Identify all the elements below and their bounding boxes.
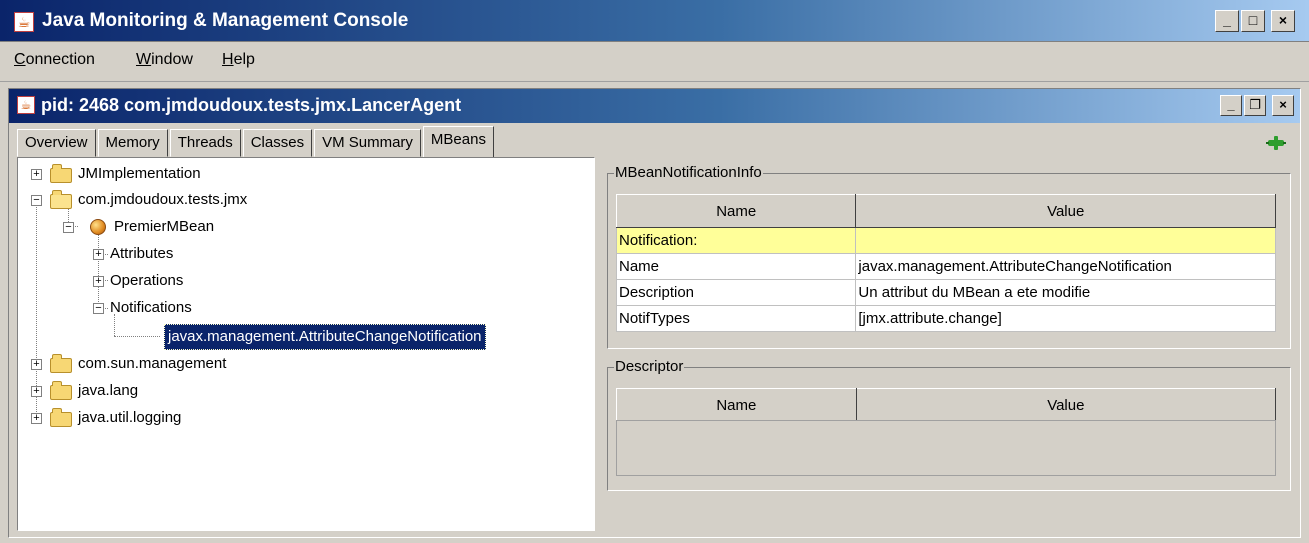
frame-restore-button[interactable]: ❐ xyxy=(1244,95,1266,116)
frame-minimize-button[interactable]: _ xyxy=(1220,95,1242,116)
split-pane-divider[interactable] xyxy=(599,157,603,531)
minimize-button[interactable]: _ xyxy=(1215,10,1239,32)
window-titlebar: ☕ Java Monitoring & Management Console _… xyxy=(0,0,1309,42)
menu-window[interactable]: Window xyxy=(136,51,193,69)
tab-classes[interactable]: Classes xyxy=(242,129,313,157)
frame-close-button[interactable]: × xyxy=(1272,95,1294,116)
tree-node-notifications[interactable]: − Notifications xyxy=(18,296,588,320)
group-legend: MBeanNotificationInfo xyxy=(614,164,763,182)
expand-toggle-icon[interactable]: + xyxy=(31,169,42,180)
expand-toggle-icon[interactable]: + xyxy=(93,276,104,287)
folder-icon xyxy=(50,354,72,373)
tree-node-label: PremierMBean xyxy=(114,218,215,235)
column-header-name[interactable]: Name xyxy=(615,194,857,228)
tab-threads[interactable]: Threads xyxy=(169,129,241,157)
cell-name: Name xyxy=(615,253,857,280)
tree-node-label: com.jmdoudoux.tests.jmx xyxy=(78,191,248,208)
table-header-row: Name Value xyxy=(616,388,1277,422)
expand-toggle-icon[interactable]: + xyxy=(93,249,104,260)
expand-toggle-icon[interactable]: + xyxy=(31,386,42,397)
group-legend: Descriptor xyxy=(614,358,685,376)
collapse-toggle-icon[interactable]: − xyxy=(93,303,104,314)
tree-node-label: java.lang xyxy=(78,382,139,399)
descriptor-table: Name Value xyxy=(616,388,1277,422)
tree-node-label: Operations xyxy=(110,272,184,289)
cell-name: Notification: xyxy=(615,227,857,254)
mbean-tree[interactable]: + JMImplementation − com.jmdoudoux.tests… xyxy=(17,157,595,531)
tree-node-jmimplementation[interactable]: + JMImplementation xyxy=(18,162,588,186)
table-header-row: Name Value xyxy=(615,194,1276,228)
cell-value: Un attribut du MBean a ete modifie xyxy=(855,279,1276,306)
tree-node-label-selected: javax.management.AttributeChangeNotifica… xyxy=(164,324,486,350)
frame-titlebar: ☕ pid: 2468 com.jmdoudoux.tests.jmx.Lanc… xyxy=(9,89,1300,123)
tree-node-operations[interactable]: + Operations xyxy=(18,269,588,293)
table-row[interactable]: Description Un attribut du MBean a ete m… xyxy=(615,279,1276,306)
tree-node-label: Notifications xyxy=(110,299,192,316)
tree-node-com-jmdoudoux[interactable]: − com.jmdoudoux.tests.jmx xyxy=(18,188,588,212)
connection-frame: ☕ pid: 2468 com.jmdoudoux.tests.jmx.Lanc… xyxy=(8,88,1301,538)
cell-name: Description xyxy=(615,279,857,306)
tree-node-label: java.util.logging xyxy=(78,409,182,426)
tab-overview[interactable]: Overview xyxy=(17,129,96,157)
table-row[interactable]: Name javax.management.AttributeChangeNot… xyxy=(615,253,1276,280)
tree-node-label: com.sun.management xyxy=(78,355,227,372)
cell-name: NotifTypes xyxy=(615,305,857,332)
frame-controls: _ ❐ × xyxy=(1220,95,1294,116)
expand-toggle-icon[interactable]: + xyxy=(31,359,42,370)
tree-node-label: JMImplementation xyxy=(78,165,201,182)
tree-node-premier-mbean[interactable]: − PremierMBean xyxy=(18,215,588,239)
java-cup-icon: ☕ xyxy=(17,96,35,114)
mbean-notification-info-group: MBeanNotificationInfo Name Value Notific… xyxy=(607,164,1291,349)
tab-mbeans[interactable]: MBeans xyxy=(422,126,494,157)
window-controls: _ □ × xyxy=(1215,10,1295,32)
tree-node-attribute-change-notification[interactable]: javax.management.AttributeChangeNotifica… xyxy=(18,324,588,350)
folder-icon xyxy=(50,408,72,427)
close-button[interactable]: × xyxy=(1271,10,1295,32)
notification-info-table: Name Value Notification: Name javax.mana… xyxy=(615,194,1276,332)
collapse-toggle-icon[interactable]: − xyxy=(31,195,42,206)
menu-help[interactable]: Help xyxy=(222,51,255,69)
collapse-toggle-icon[interactable]: − xyxy=(63,222,74,233)
tree-node-java-util-logging[interactable]: + java.util.logging xyxy=(18,406,588,430)
tree-node-attributes[interactable]: + Attributes xyxy=(18,242,588,266)
open-folder-icon xyxy=(50,190,72,209)
cell-value: [jmx.attribute.change] xyxy=(855,305,1276,332)
mbean-icon xyxy=(90,219,106,235)
descriptor-group: Descriptor Name Value xyxy=(607,358,1291,491)
table-row[interactable]: NotifTypes [jmx.attribute.change] xyxy=(615,305,1276,332)
folder-icon xyxy=(50,381,72,400)
expand-toggle-icon[interactable]: + xyxy=(31,413,42,424)
tree-node-com-sun-management[interactable]: + com.sun.management xyxy=(18,352,588,376)
tab-bar: Overview Memory Threads Classes VM Summa… xyxy=(17,126,496,157)
column-header-name[interactable]: Name xyxy=(616,388,857,422)
maximize-button[interactable]: □ xyxy=(1241,10,1265,32)
connection-status-icon[interactable] xyxy=(1266,135,1286,151)
folder-icon xyxy=(50,164,72,183)
cell-value xyxy=(855,227,1276,254)
java-cup-icon: ☕ xyxy=(14,12,34,32)
menu-connection[interactable]: Connection xyxy=(14,51,95,69)
tab-memory[interactable]: Memory xyxy=(97,129,168,157)
column-header-value[interactable]: Value xyxy=(855,388,1277,422)
tree-node-label: Attributes xyxy=(110,245,174,262)
menu-bar: Connection Window Help xyxy=(0,42,1309,82)
cell-value: javax.management.AttributeChangeNotifica… xyxy=(855,253,1276,280)
frame-title: pid: 2468 com.jmdoudoux.tests.jmx.Lancer… xyxy=(41,95,462,115)
window-title: Java Monitoring & Management Console xyxy=(42,10,409,31)
tab-vm-summary[interactable]: VM Summary xyxy=(314,129,421,157)
table-row[interactable]: Notification: xyxy=(615,227,1276,254)
mbean-info-pane: MBeanNotificationInfo Name Value Notific… xyxy=(605,157,1295,531)
column-header-value[interactable]: Value xyxy=(855,194,1276,228)
descriptor-table-body xyxy=(616,420,1276,476)
tree-node-java-lang[interactable]: + java.lang xyxy=(18,379,588,403)
